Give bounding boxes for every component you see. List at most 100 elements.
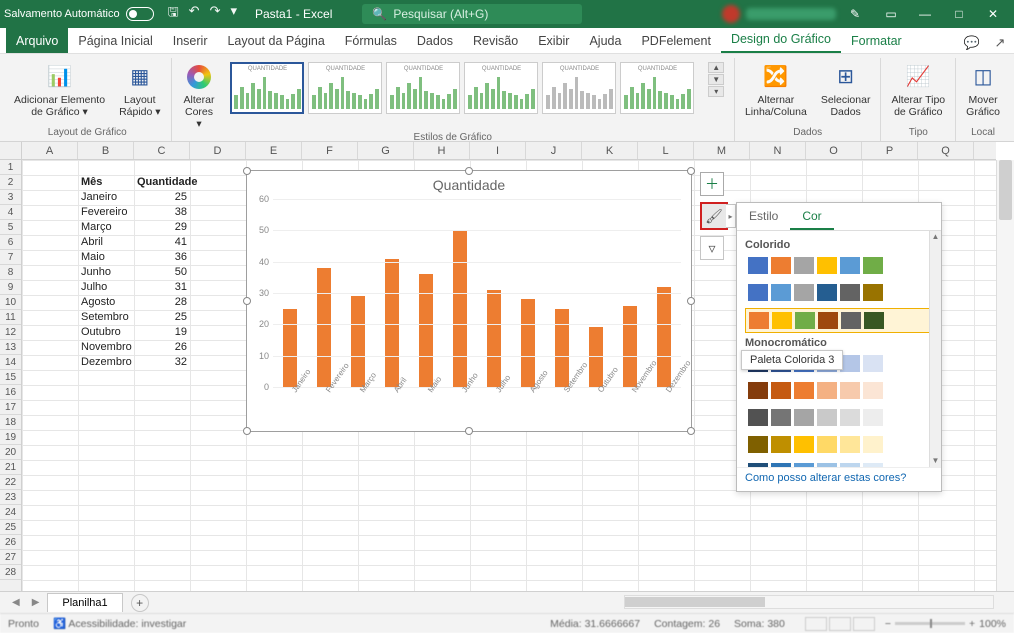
view-normal-button[interactable] <box>805 617 827 631</box>
chart-bar[interactable] <box>521 299 535 387</box>
cell[interactable]: 50 <box>134 265 190 279</box>
tab-home[interactable]: Página Inicial <box>68 28 162 53</box>
tab-help[interactable]: Ajuda <box>579 28 631 53</box>
chart-bar[interactable] <box>453 230 467 387</box>
cell[interactable]: Abril <box>78 235 134 249</box>
column-header[interactable]: Q <box>918 142 974 159</box>
chart-object[interactable]: Quantidade 0102030405060 JaneiroFevereir… <box>246 170 692 432</box>
chart-bar[interactable] <box>623 306 637 387</box>
row-headers[interactable]: 1234567891011121314151617181920212223242… <box>0 160 22 591</box>
column-headers[interactable]: ABCDEFGHIJKLMNOPQ <box>22 142 996 160</box>
row-header[interactable]: 22 <box>0 475 21 490</box>
row-header[interactable]: 12 <box>0 325 21 340</box>
chart-style-thumb[interactable]: QUANTIDADE <box>464 62 538 114</box>
color-palette-row[interactable] <box>745 460 933 467</box>
scroll-down-icon[interactable]: ▼ <box>930 455 941 467</box>
cell[interactable]: Fevereiro <box>78 205 134 219</box>
add-sheet-button[interactable]: + <box>131 594 149 612</box>
maximize-button[interactable]: □ <box>942 0 976 28</box>
cell[interactable]: 29 <box>134 220 190 234</box>
row-header[interactable]: 20 <box>0 445 21 460</box>
chart-bar[interactable] <box>487 290 501 387</box>
chart-style-thumb[interactable]: QUANTIDADE <box>230 62 304 114</box>
column-header[interactable]: I <box>470 142 526 159</box>
column-header[interactable]: G <box>358 142 414 159</box>
row-header[interactable]: 27 <box>0 550 21 565</box>
cell[interactable]: Junho <box>78 265 134 279</box>
cell[interactable]: Agosto <box>78 295 134 309</box>
add-chart-element-button[interactable]: 📊 Adicionar Elemento de Gráfico ▾ <box>14 62 105 118</box>
column-header[interactable]: E <box>246 142 302 159</box>
column-header[interactable]: P <box>862 142 918 159</box>
move-chart-button[interactable]: ◫ Mover Gráfico <box>966 62 1000 118</box>
tab-data[interactable]: Dados <box>407 28 463 53</box>
select-data-button[interactable]: ⊞ Selecionar Dados <box>821 62 871 118</box>
redo-icon[interactable]: ↷ <box>210 3 221 25</box>
color-palette-row[interactable] <box>745 254 933 277</box>
cell[interactable]: Dezembro <box>78 355 134 369</box>
cell[interactable]: Mês <box>78 175 134 189</box>
column-header[interactable]: A <box>22 142 78 159</box>
row-header[interactable]: 26 <box>0 535 21 550</box>
zoom-slider[interactable] <box>895 622 965 625</box>
row-header[interactable]: 21 <box>0 460 21 475</box>
pen-icon[interactable]: ✎ <box>850 7 860 21</box>
zoom-in-icon[interactable]: + <box>969 618 975 630</box>
column-header[interactable]: H <box>414 142 470 159</box>
change-chart-type-button[interactable]: 📈 Alterar Tipo de Gráfico <box>891 62 945 118</box>
zoom-value[interactable]: 100% <box>979 618 1006 630</box>
column-header[interactable]: M <box>694 142 750 159</box>
color-palette-row[interactable] <box>745 406 933 429</box>
chart-style-thumb[interactable]: QUANTIDADE <box>620 62 694 114</box>
status-accessibility[interactable]: ♿ Acessibilidade: investigar <box>53 617 186 630</box>
column-header[interactable]: L <box>638 142 694 159</box>
tab-page-layout[interactable]: Layout da Página <box>217 28 334 53</box>
close-button[interactable]: ✕ <box>976 0 1010 28</box>
sheet-nav-prev[interactable]: ◀ <box>8 597 24 608</box>
cell[interactable]: 31 <box>134 280 190 294</box>
column-header[interactable]: B <box>78 142 134 159</box>
row-header[interactable]: 7 <box>0 250 21 265</box>
view-page-layout-button[interactable] <box>829 617 851 631</box>
pane-tab-style[interactable]: Estilo <box>737 203 790 230</box>
row-header[interactable]: 8 <box>0 265 21 280</box>
cell[interactable]: Setembro <box>78 310 134 324</box>
zoom-control[interactable]: − + 100% <box>885 618 1006 630</box>
sheet-tab[interactable]: Planilha1 <box>47 593 122 612</box>
chart-bar[interactable] <box>351 296 365 387</box>
column-header[interactable]: K <box>582 142 638 159</box>
cell[interactable]: 32 <box>134 355 190 369</box>
row-header[interactable]: 2 <box>0 175 21 190</box>
row-header[interactable]: 18 <box>0 415 21 430</box>
gallery-more-icon[interactable]: ▾ <box>708 86 723 97</box>
tab-format[interactable]: Formatar <box>841 28 912 53</box>
share-icon[interactable]: ↗ <box>986 33 1014 53</box>
worksheet[interactable]: ABCDEFGHIJKLMNOPQ 1234567891011121314151… <box>0 142 1014 591</box>
minimize-button[interactable]: — <box>908 0 942 28</box>
row-header[interactable]: 24 <box>0 505 21 520</box>
chart-style-thumb[interactable]: QUANTIDADE <box>386 62 460 114</box>
vertical-scrollbar[interactable] <box>996 160 1014 591</box>
chart-styles-button[interactable]: 🖌▸ <box>700 202 728 230</box>
cell[interactable]: 25 <box>134 310 190 324</box>
chart-bar[interactable] <box>555 309 569 387</box>
row-header[interactable]: 15 <box>0 370 21 385</box>
cell[interactable]: 41 <box>134 235 190 249</box>
row-header[interactable]: 5 <box>0 220 21 235</box>
cell[interactable]: Outubro <box>78 325 134 339</box>
row-header[interactable]: 10 <box>0 295 21 310</box>
quick-layout-button[interactable]: ▦ Layout Rápido ▾ <box>119 62 160 118</box>
row-header[interactable]: 25 <box>0 520 21 535</box>
chart-plot-area[interactable]: 0102030405060 <box>273 199 681 387</box>
row-header[interactable]: 28 <box>0 565 21 580</box>
cell[interactable]: Quantidade <box>134 175 190 189</box>
chart-bar[interactable] <box>589 327 603 387</box>
chart-bar[interactable] <box>419 274 433 387</box>
user-account[interactable] <box>722 5 836 23</box>
view-break-button[interactable] <box>853 617 875 631</box>
row-header[interactable]: 14 <box>0 355 21 370</box>
chart-bar[interactable] <box>385 259 399 387</box>
tab-formulas[interactable]: Fórmulas <box>335 28 407 53</box>
autosave-toggle[interactable]: Salvamento Automático <box>4 7 154 21</box>
color-palette-row[interactable] <box>745 379 933 402</box>
